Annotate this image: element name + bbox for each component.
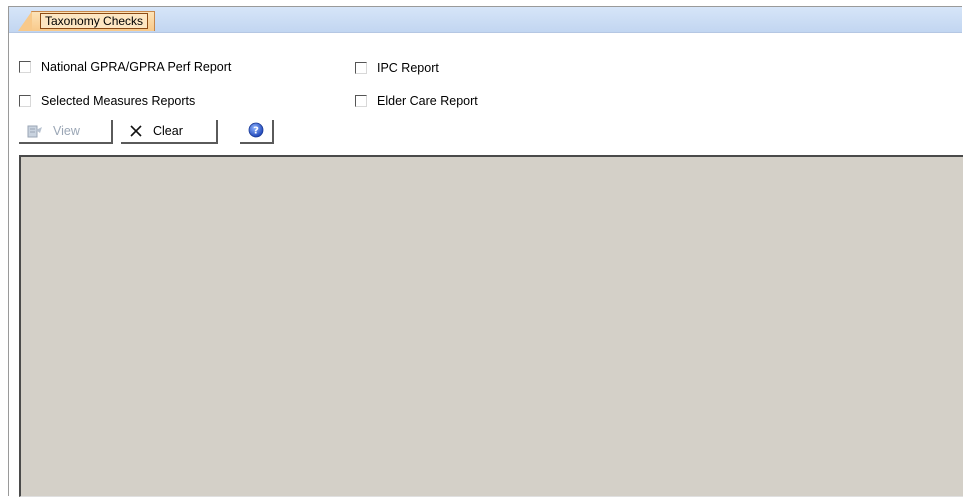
svg-text:?: ? <box>253 125 259 136</box>
clear-button[interactable]: Clear <box>121 120 218 144</box>
help-icon: ? <box>248 122 264 141</box>
ipc-report-checkbox[interactable]: IPC Report <box>355 60 439 76</box>
view-button[interactable]: View <box>19 120 113 144</box>
tab-strip: Taxonomy Checks <box>9 7 962 33</box>
view-report-icon <box>27 124 43 138</box>
clear-x-icon <box>129 124 143 138</box>
selected-measures-label: Selected Measures Reports <box>41 94 196 108</box>
help-button[interactable]: ? <box>240 120 274 144</box>
elder-care-checkbox[interactable]: Elder Care Report <box>355 93 478 109</box>
report-window: Taxonomy Checks National GPRA/GPRA Perf … <box>8 6 963 497</box>
clear-button-label: Clear <box>153 124 183 138</box>
view-button-label: View <box>53 124 80 138</box>
elder-care-label: Elder Care Report <box>377 94 478 108</box>
elder-care-checkbox-box[interactable] <box>355 95 367 107</box>
selected-measures-checkbox-box[interactable] <box>19 95 31 107</box>
national-gpra-label: National GPRA/GPRA Perf Report <box>41 60 232 74</box>
ipc-report-checkbox-box[interactable] <box>355 62 367 74</box>
tab-taxonomy-checks[interactable]: Taxonomy Checks <box>17 11 156 31</box>
national-gpra-checkbox-box[interactable] <box>19 61 31 73</box>
tab-label: Taxonomy Checks <box>40 13 149 29</box>
national-gpra-checkbox[interactable]: National GPRA/GPRA Perf Report <box>19 59 231 75</box>
selected-measures-checkbox[interactable]: Selected Measures Reports <box>19 93 195 109</box>
ipc-report-label: IPC Report <box>377 61 439 75</box>
report-output-panel[interactable] <box>19 155 963 497</box>
